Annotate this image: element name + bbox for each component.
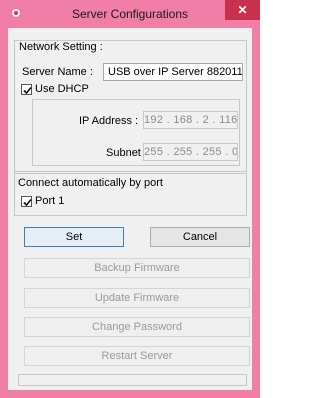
update-firmware-button[interactable]: Update Firmware xyxy=(24,288,250,308)
dialog-body: Network Setting : Server Name : USB over… xyxy=(8,28,252,390)
window-title: Server Configurations xyxy=(71,7,189,21)
port1-label: Port 1 xyxy=(35,195,65,207)
restart-server-button[interactable]: Restart Server xyxy=(24,346,250,366)
ip-address-label: IP Address : xyxy=(79,115,139,127)
check-icon xyxy=(23,198,32,207)
title-bar[interactable]: Server Configurations ✕ xyxy=(0,0,260,28)
network-setting-label: Network Setting : xyxy=(19,41,103,53)
port1-checkbox[interactable] xyxy=(21,196,32,207)
server-config-window: Server Configurations ✕ Network Setting … xyxy=(0,0,260,398)
connect-port-label: Connect automatically by port xyxy=(18,177,163,189)
backup-firmware-button[interactable]: Backup Firmware xyxy=(24,258,250,278)
close-icon: ✕ xyxy=(237,3,248,17)
server-name-input[interactable]: USB over IP Server 882011 xyxy=(103,63,243,81)
set-button[interactable]: Set xyxy=(24,227,124,247)
ip-address-input[interactable]: 192 . 168 . 2 . 116 xyxy=(143,111,238,129)
cancel-button[interactable]: Cancel xyxy=(150,227,250,247)
use-dhcp-label: Use DHCP xyxy=(35,83,89,95)
server-name-label: Server Name : xyxy=(22,66,93,78)
use-dhcp-checkbox[interactable] xyxy=(21,84,32,95)
status-bar xyxy=(18,374,247,386)
subnet-label: Subnet : xyxy=(106,147,147,159)
check-icon xyxy=(23,86,32,95)
close-button[interactable]: ✕ xyxy=(225,0,260,20)
change-password-button[interactable]: Change Password xyxy=(24,317,250,337)
subnet-input[interactable]: 255 . 255 . 255 . 0 xyxy=(143,143,238,161)
